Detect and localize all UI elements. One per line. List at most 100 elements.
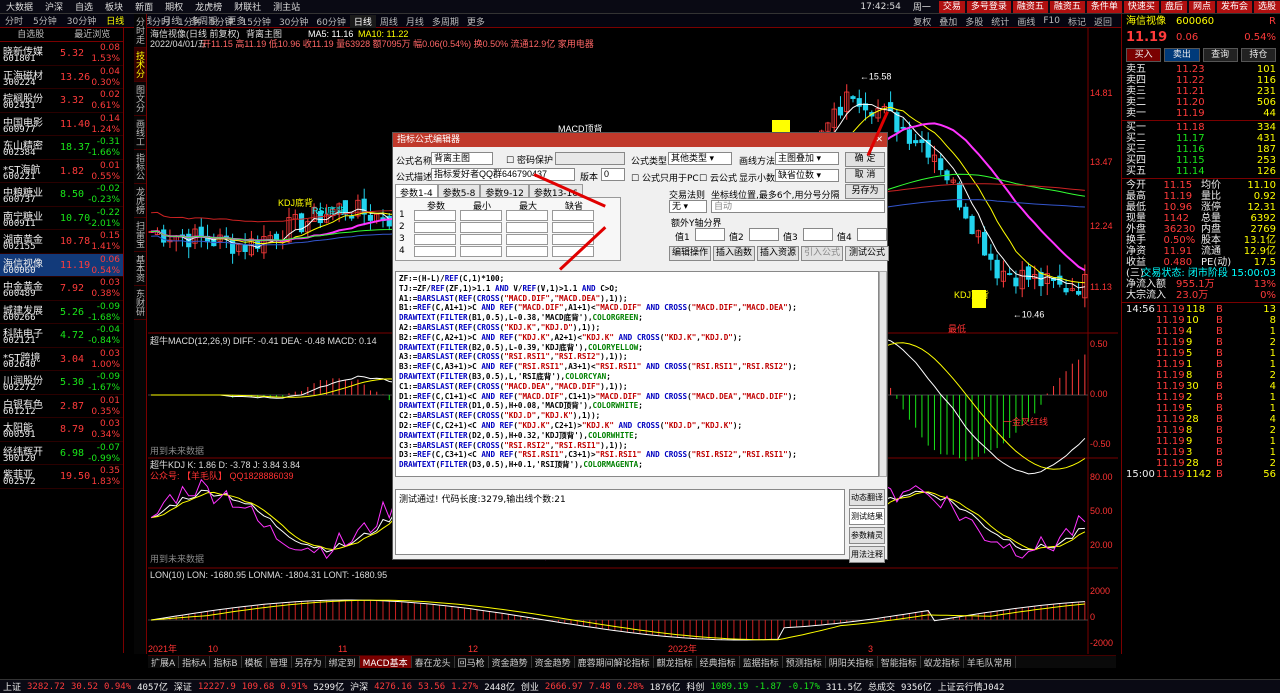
ok-button[interactable]: 确 定 <box>845 152 885 167</box>
chart-tool[interactable]: 多股 <box>961 15 987 28</box>
stock-row[interactable]: 科陆电子 002121 4.72 -0.04 -0.84% <box>0 324 123 348</box>
decimal-select[interactable]: 缺省位数 ▾ <box>775 169 839 182</box>
side-button[interactable]: 动态翻译 <box>849 489 885 506</box>
topbar-button[interactable]: 快速买 <box>1123 0 1159 13</box>
stock-row[interactable]: 海信视像 600060 11.19 0.06 0.54% <box>0 253 123 277</box>
param-cell[interactable] <box>460 246 502 257</box>
indicator-tab[interactable]: 绑定到 <box>326 656 360 668</box>
topbar-button[interactable]: 条件单 <box>1086 0 1122 13</box>
chart-tool[interactable]: F10 <box>1039 16 1064 26</box>
menu-item[interactable]: 财联社 <box>228 0 267 13</box>
side-tab[interactable]: 基本资料 <box>134 252 146 286</box>
toolbar-tab[interactable]: 日线 <box>101 14 129 27</box>
trade-button[interactable]: 查询 <box>1202 48 1238 62</box>
tab-watchlist[interactable]: 自选股 <box>0 28 62 41</box>
stock-row[interactable]: 棕榈股份 002431 3.32 0.02 0.61% <box>0 89 123 113</box>
stock-row[interactable]: 城建发展 600266 5.26 -0.09 -1.68% <box>0 301 123 324</box>
side-tab[interactable]: 龙虎榜 <box>134 184 146 218</box>
tab-recent[interactable]: 最近浏览 <box>62 28 124 41</box>
indicator-tab[interactable]: 蚁龙指标 <box>921 656 964 668</box>
indicator-tab[interactable]: 指标B <box>210 656 242 668</box>
menu-item[interactable]: 板块 <box>99 0 129 13</box>
param-cell[interactable] <box>414 234 456 245</box>
stock-row[interactable]: 紫菲亚 002572 19.50 0.35 1.83% <box>0 465 123 489</box>
topbar-button[interactable]: 多号登录 <box>966 0 1011 13</box>
param-cell[interactable] <box>506 222 548 233</box>
period-tab[interactable]: 60分钟 <box>312 15 349 28</box>
side-button[interactable]: 用法注释 <box>849 546 885 563</box>
pc-only-checkbox[interactable]: ☐ 公式只用于PC <box>631 171 699 184</box>
topbar-button[interactable]: 融资五 <box>1012 0 1048 13</box>
chart-tool[interactable]: 画线 <box>1013 15 1039 28</box>
period-tab[interactable]: 1分钟 <box>174 15 206 28</box>
indicator-tab[interactable]: 资金趋势 <box>489 656 532 668</box>
menu-item[interactable]: 期权 <box>159 0 189 13</box>
formula-name-input[interactable]: 背离主图 <box>431 152 493 165</box>
chart-tool[interactable]: 叠加 <box>935 15 961 28</box>
line-input[interactable] <box>749 228 779 241</box>
param-cell[interactable] <box>414 222 456 233</box>
topbar-button[interactable]: 盘后 <box>1160 0 1187 13</box>
side-tab[interactable]: 分时走势 <box>134 14 146 48</box>
menu-item[interactable]: 大数据 <box>0 0 39 13</box>
side-tab[interactable]: 东财研报 <box>134 286 146 320</box>
formula-code-editor[interactable]: ZF:=(H-L)/REF(C,1)*100; TJ:=ZF/REF(ZF,1)>… <box>395 271 879 477</box>
indicator-tab[interactable]: 指标A <box>179 656 211 668</box>
toolbar-tab[interactable]: 5分钟 <box>28 14 62 27</box>
param-cell[interactable] <box>414 246 456 257</box>
param-cell[interactable] <box>552 222 594 233</box>
param-cell[interactable] <box>506 246 548 257</box>
period-tab[interactable]: 5分钟 <box>206 15 238 28</box>
stock-row[interactable]: 正海磁材 300224 13.26 0.04 0.30% <box>0 66 123 89</box>
period-tab[interactable]: 15分钟 <box>237 15 274 28</box>
indicator-tab[interactable]: 阴阳关指标 <box>826 656 878 668</box>
side-button[interactable]: 参数精灵 <box>849 527 885 544</box>
stock-row[interactable]: 东山精密 002384 18.37 -0.31 -1.66% <box>0 136 123 160</box>
menu-item[interactable]: 测主站 <box>267 0 306 13</box>
chart-tool[interactable]: 统计 <box>987 15 1013 28</box>
indicator-tab[interactable]: 预测指标 <box>783 656 826 668</box>
cloud-checkbox[interactable]: ☐ 云公式 <box>699 171 737 184</box>
code-scrollbar[interactable] <box>879 271 887 477</box>
menu-item[interactable]: 沪深 <box>39 0 69 13</box>
stock-row[interactable]: 中粮糖业 600737 8.50 -0.02 -0.23% <box>0 183 123 207</box>
axis-position-input[interactable]: 自动 <box>711 200 885 213</box>
period-tab[interactable]: 30分钟 <box>275 15 312 28</box>
stock-row[interactable]: 太阳能 000591 8.79 0.03 0.34% <box>0 418 123 442</box>
cancel-button[interactable]: 取 消 <box>845 168 885 183</box>
side-tab[interactable]: 扫雷宝 <box>134 218 146 252</box>
topbar-button[interactable]: 交易 <box>938 0 965 13</box>
menu-item[interactable]: 新面 <box>129 0 159 13</box>
topbar-button[interactable]: 选股 <box>1253 0 1280 13</box>
topbar-button[interactable]: 网点 <box>1188 0 1215 13</box>
period-tab[interactable]: 分时 <box>148 15 174 28</box>
chart-tool[interactable]: 复权 <box>909 15 935 28</box>
indicator-tab[interactable]: 麒龙指标 <box>654 656 697 668</box>
menu-item[interactable]: 自选 <box>69 0 99 13</box>
draw-method-select[interactable]: 主图叠加 ▾ <box>775 152 839 165</box>
version-input[interactable]: 0 <box>601 168 625 181</box>
stock-row[interactable]: 白银有色 601212 2.87 0.01 0.35% <box>0 395 123 418</box>
topbar-button[interactable]: 发布会 <box>1216 0 1252 13</box>
stock-row[interactable]: *ST海航 600221 1.82 0.01 0.55% <box>0 160 123 183</box>
stock-row[interactable]: 川润股份 002272 5.30 -0.09 -1.67% <box>0 371 123 395</box>
period-tab[interactable]: 多周期 <box>428 15 463 28</box>
param-cell[interactable] <box>506 210 548 221</box>
indicator-tab[interactable]: 春在龙头 <box>412 656 455 668</box>
param-cell[interactable] <box>414 210 456 221</box>
line-input[interactable] <box>857 228 887 241</box>
save-as-button[interactable]: 另存为 <box>845 184 885 199</box>
period-tab[interactable]: 日线 <box>349 14 376 28</box>
stock-row[interactable]: 晓新传媒 601801 5.32 0.08 1.53% <box>0 42 123 66</box>
indicator-tab[interactable]: MACD基本 <box>359 656 412 668</box>
indicator-tab[interactable]: 模板 <box>242 656 267 668</box>
param-cell[interactable] <box>460 222 502 233</box>
param-cell[interactable] <box>552 210 594 221</box>
editor-button[interactable]: 引入公式 <box>801 246 843 261</box>
stock-row[interactable]: 中国电影 600977 11.40 0.14 1.24% <box>0 113 123 136</box>
indicator-tab[interactable]: 管理 <box>267 656 292 668</box>
stock-row[interactable]: 南宁糖业 000911 10.70 -0.22 -2.01% <box>0 207 123 230</box>
password-checkbox[interactable]: ☐ 密码保护 <box>506 153 553 166</box>
password-input[interactable] <box>555 152 625 165</box>
indicator-tab[interactable]: 监据指标 <box>740 656 783 668</box>
